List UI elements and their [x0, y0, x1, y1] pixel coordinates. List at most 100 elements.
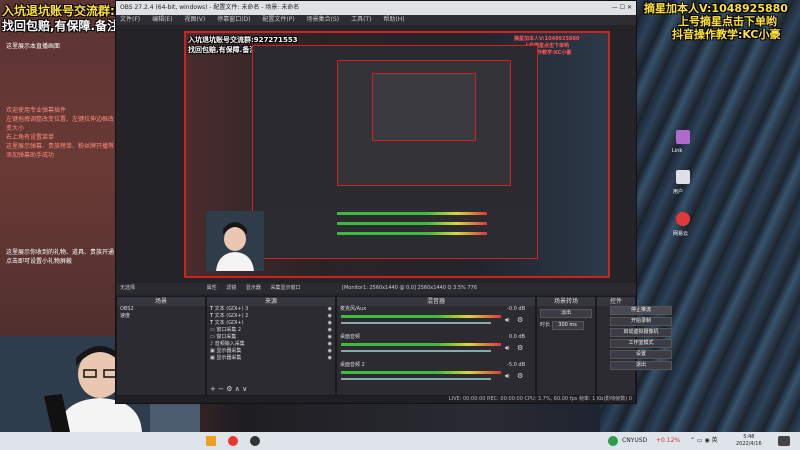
system-tray-icons[interactable]: ⌃ ▭ ◉ 英	[690, 432, 718, 450]
gear-icon[interactable]: ⚙	[517, 316, 523, 324]
volume-meter	[341, 315, 501, 318]
notification-icon[interactable]	[778, 436, 790, 446]
ticker-change: +0.12%	[656, 437, 681, 444]
netease-music-icon[interactable]	[676, 212, 690, 226]
nested-meter-3	[337, 232, 487, 235]
settings-button[interactable]: 设置	[610, 350, 672, 359]
scene-item[interactable]: 速度	[117, 313, 205, 320]
ticker-symbol[interactable]: CNYUSD	[622, 432, 647, 450]
source-toolbar: 无选择 属性 滤镜 显示器 采集显示窗口 [Monitor1: 2560x144…	[116, 283, 636, 294]
transitions-title: 场景转场	[537, 297, 595, 306]
volume-meter	[341, 343, 501, 346]
move-down-icon[interactable]: ∨	[242, 385, 247, 393]
source-item[interactable]: T 文本 (GDI+) 3 ◉	[207, 306, 335, 313]
mixer-channel-name: 麦克风/Aux	[340, 306, 367, 312]
volume-slider[interactable]	[341, 322, 491, 324]
window-controls[interactable]: — ☐ ✕	[612, 1, 632, 15]
overlay-note-preview: 这里展示本直播画面	[6, 43, 61, 50]
mixer-channel-name: 桌面音频	[340, 334, 361, 340]
mixer-channel: 桌面音频 0.0 dB 🔊︎ ⚙	[337, 334, 535, 362]
obs-title: OBS 27.2.4 (64-bit, windows) - 配置文件: 未命名…	[120, 4, 300, 11]
visibility-eye-icon[interactable]: ◉	[328, 313, 332, 320]
nested-meter-1	[337, 212, 487, 215]
transition-select[interactable]: 淡出	[540, 309, 592, 318]
display-select[interactable]: 显示器	[246, 285, 261, 291]
menu-file[interactable]: 文件(F)	[120, 16, 140, 23]
visibility-eye-icon[interactable]: ◉	[328, 355, 332, 362]
source-item[interactable]: ▭ 窗口采集 2 ◉	[207, 327, 335, 334]
gear-icon[interactable]: ⚙	[226, 385, 232, 393]
sources-title: 来源	[207, 297, 335, 306]
menu-help[interactable]: 帮助(H)	[383, 16, 404, 23]
controls-buttons: 停止推流 开始录制 启动虚拟摄像机 工作室模式 设置 退出	[610, 306, 672, 370]
source-label: 显示器采集	[216, 348, 242, 354]
virtual-camera-button[interactable]: 启动虚拟摄像机	[610, 328, 672, 337]
filters-button[interactable]: 滤镜	[226, 285, 236, 291]
speaker-icon[interactable]: 🔊︎	[505, 344, 509, 353]
overlay-note-gifts: 这里展示你收到的礼物、道具、贵族开通 点击即可设置小礼物屏蔽	[6, 249, 115, 265]
mixer-channel-db: -5.0 dB	[507, 362, 525, 368]
source-item[interactable]: T 文本 (GDI+) 2 ◉	[207, 313, 335, 320]
visibility-eye-icon[interactable]: ◉	[328, 327, 332, 334]
preview-webcam	[206, 211, 264, 271]
obs-titlebar[interactable]: OBS 27.2.4 (64-bit, windows) - 配置文件: 未命名…	[116, 1, 636, 15]
source-label: 文本 (GDI+) 3	[214, 306, 249, 312]
source-item[interactable]: ♪ 音频输入采集 ◉	[207, 341, 335, 348]
desktop-icon-label-netease: 网易云	[673, 231, 689, 237]
source-item[interactable]: ▣ 显示器采集 ◉	[207, 355, 335, 362]
obs-taskbar-icon[interactable]	[250, 436, 260, 446]
speaker-icon[interactable]: 🔊︎	[505, 372, 509, 381]
remove-icon[interactable]: −	[218, 385, 224, 393]
duration-label: 时长	[540, 322, 551, 328]
mixer-title: 混音器	[337, 297, 535, 306]
gear-icon[interactable]: ⚙	[517, 372, 523, 380]
properties-button[interactable]: 属性	[207, 285, 217, 291]
visibility-eye-icon[interactable]: ◉	[328, 348, 332, 355]
add-icon[interactable]: +	[210, 385, 216, 393]
menu-view[interactable]: 视图(V)	[184, 16, 205, 23]
source-item[interactable]: ▣ 显示器采集 ◉	[207, 348, 335, 355]
taskbar-app-icon[interactable]	[228, 436, 238, 446]
scene-item[interactable]: OBS2	[117, 306, 205, 313]
menu-profile[interactable]: 配置文件(P)	[262, 16, 294, 23]
visibility-eye-icon[interactable]: ◉	[328, 334, 332, 341]
menu-scene-collection[interactable]: 场景集合(S)	[307, 16, 340, 23]
obs-preview[interactable]: 入坑退坑账号交流群:927271553 找回包赔,有保障.备注 小豪永久 摘星加…	[184, 31, 610, 278]
mixer-channel-db: 0.0 dB	[508, 334, 525, 340]
mixer-channel: 桌面音频 2 -5.0 dB 🔊︎ ⚙	[337, 362, 535, 390]
studio-mode-button[interactable]: 工作室模式	[610, 339, 672, 348]
nested-obs-preview	[252, 45, 538, 259]
capture-window-select[interactable]: 采集显示窗口	[270, 285, 300, 291]
gear-icon[interactable]: ⚙	[517, 344, 523, 352]
desktop-icon-1[interactable]	[676, 130, 690, 144]
stop-streaming-button[interactable]: 停止推流	[610, 306, 672, 315]
speaker-icon[interactable]: 🔊︎	[505, 316, 509, 325]
duration-input[interactable]: 300 ms	[551, 321, 584, 330]
visibility-eye-icon[interactable]: ◉	[328, 341, 332, 348]
nested-obs-preview-2	[337, 60, 511, 186]
volume-slider[interactable]	[341, 378, 491, 380]
desktop-icon-2[interactable]	[676, 170, 690, 184]
source-item[interactable]: ▭ 窗口采集 ◉	[207, 334, 335, 341]
menu-docks[interactable]: 停靠窗口(D)	[217, 16, 250, 23]
volume-meter	[341, 371, 501, 374]
obs-statusbar: LIVE: 00:00:00 REC: 00:00:00 CPU: 3.7%, …	[116, 396, 636, 403]
taskbar-app-icon[interactable]	[206, 436, 216, 446]
menu-tools[interactable]: 工具(T)	[351, 16, 371, 23]
obs-window[interactable]: OBS 27.2.4 (64-bit, windows) - 配置文件: 未命名…	[115, 0, 637, 404]
source-item[interactable]: T 文本 (GDI+) ◉	[207, 320, 335, 327]
move-up-icon[interactable]: ∧	[235, 385, 240, 393]
visibility-eye-icon[interactable]: ◉	[328, 306, 332, 313]
start-recording-button[interactable]: 开始录制	[610, 317, 672, 326]
menu-edit[interactable]: 编辑(E)	[152, 16, 172, 23]
sources-toolbar: + − ⚙ ∧ ∨	[210, 385, 247, 393]
clock[interactable]: 5:48 2022/4/16	[736, 434, 762, 448]
exit-button[interactable]: 退出	[610, 361, 672, 370]
source-label: 窗口采集	[216, 334, 237, 340]
volume-slider[interactable]	[341, 350, 491, 352]
sources-dock: 来源 T 文本 (GDI+) 3 ◉ T 文本 (GDI+) 2 ◉ T 文本 (G…	[206, 296, 336, 396]
controls-title: 控件	[597, 297, 635, 306]
visibility-eye-icon[interactable]: ◉	[328, 320, 332, 327]
taskbar: CNYUSD +0.12% ⌃ ▭ ◉ 英 5:48 2022/4/16	[0, 432, 800, 450]
source-label: 文本 (GDI+) 2	[214, 313, 249, 319]
